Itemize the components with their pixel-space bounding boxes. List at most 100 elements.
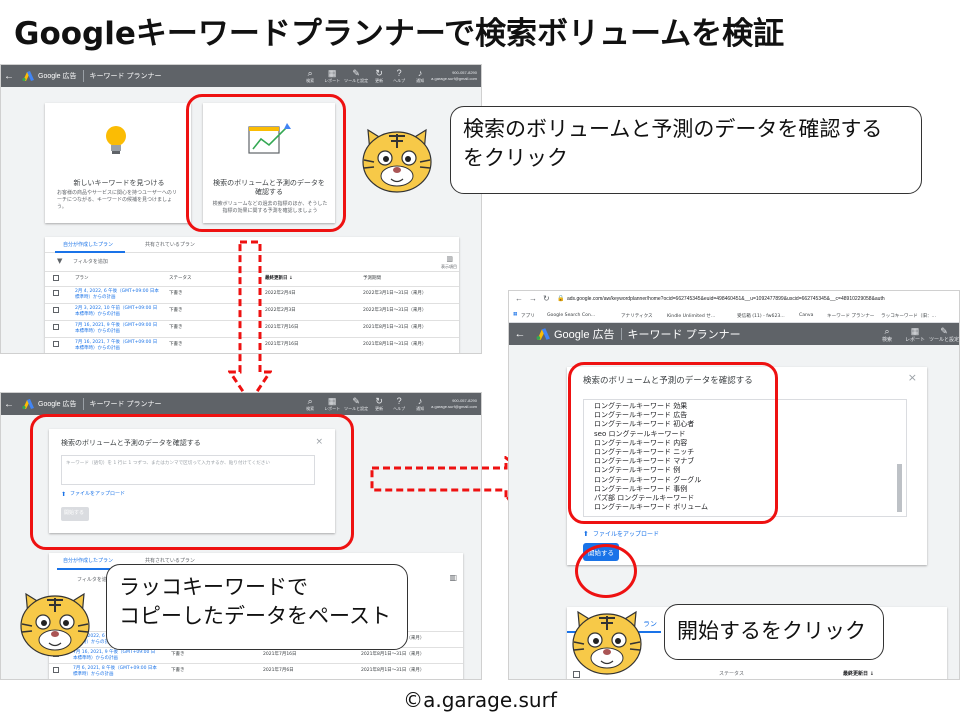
down-arrow-icon xyxy=(228,240,272,405)
row-checkbox[interactable] xyxy=(53,667,59,673)
help-tool[interactable]: ? ヘルプ xyxy=(389,396,409,412)
row-checkbox[interactable] xyxy=(53,324,59,330)
google-ads-logo-icon xyxy=(22,399,34,409)
apps-icon[interactable]: ▦ xyxy=(513,312,517,317)
tool-label: キーワード プランナー xyxy=(89,401,162,408)
close-icon[interactable]: × xyxy=(908,371,917,384)
tool-label: キーワード プランナー xyxy=(627,329,741,341)
bell-icon: ♪ xyxy=(417,396,423,406)
columns-icon[interactable]: ▥ xyxy=(446,255,453,263)
wrench-icon: ✎ xyxy=(352,396,360,406)
notification-tool[interactable]: ♪ 通知 xyxy=(409,396,431,412)
copyright: ©a.garage.surf xyxy=(403,688,557,712)
google-ads-logo-icon xyxy=(22,71,34,81)
search-tool[interactable]: ⌕ 検索 xyxy=(299,68,321,84)
help-icon: ? xyxy=(396,68,402,78)
brand-label: Google 広告 xyxy=(38,401,77,408)
google-ads-topbar: ← Google 広告 キーワード プランナー ⌕ 検索 ▦ レポート ✎ ツールと設… xyxy=(1,65,481,87)
add-filter-button[interactable]: フィルタを追加 xyxy=(73,259,108,266)
row-checkbox[interactable] xyxy=(53,290,59,296)
search-tool[interactable]: ⌕ 検索 xyxy=(873,326,901,343)
tiger-mascot-icon xyxy=(362,128,432,193)
bell-icon: ♪ xyxy=(417,68,423,78)
refresh-tool[interactable]: ↻ 更新 xyxy=(369,68,389,84)
back-arrow-icon[interactable]: ← xyxy=(509,328,531,340)
updated-header[interactable]: 最終更新日 ↓ xyxy=(843,671,874,678)
bookmark-item[interactable]: Canva xyxy=(799,313,813,318)
report-tool[interactable]: ▦ レポート xyxy=(901,326,929,343)
divider xyxy=(82,398,84,410)
google-ads-topbar: ← Google 広告 キーワード プランナー ⌕ 検索 ▦ レポート ✎ ツールと設… xyxy=(1,393,481,415)
card-find-keywords[interactable]: 新しいキーワードを見つける お客様の商品やサービスに関心を持つユーザーへのリーチ… xyxy=(45,103,191,223)
help-tool[interactable]: ? ヘルプ xyxy=(389,68,409,84)
upload-icon: ⬆ xyxy=(583,530,589,538)
tiger-mascot-icon xyxy=(20,592,90,657)
account-info[interactable]: 900-057-8290 a.garage.surf@gmail.com xyxy=(431,70,481,82)
tiger-mascot-icon xyxy=(572,610,642,675)
forward-icon[interactable]: → xyxy=(529,294,537,303)
tab-my-plans[interactable]: 自分が作成したプラン xyxy=(63,242,113,249)
highlight-start-button xyxy=(575,544,637,598)
table-row[interactable]: 7月 6, 2021, 8 午後（GMT+09:00 日本標準時）からの計画 下… xyxy=(49,663,463,679)
callout-bubble-2: ラッコキーワードで コピーしたデータをペースト xyxy=(106,564,408,650)
toolbar: ⌕ 検索 ▦ レポート ✎ ツールと設定 ↻ 更新 ? ヘルプ ♪ 通知 900-057-8… xyxy=(299,68,481,84)
card-title: 新しいキーワードを見つける xyxy=(73,179,165,187)
toolbar: ⌕ 検索 ▦ レポート ✎ ツールと設定 ↻ 更新 ? ヘルプ ♪ 通知 900-057-8… xyxy=(299,396,481,412)
divider xyxy=(620,328,622,340)
wrench-icon: ✎ xyxy=(940,325,948,336)
bookmark-item[interactable]: ラッコキーワード（旧：... xyxy=(881,313,936,319)
row-checkbox[interactable] xyxy=(53,341,59,347)
status-header: ステータス xyxy=(719,671,745,677)
back-arrow-icon[interactable]: ← xyxy=(1,399,17,410)
tools-settings-tool[interactable]: ✎ ツールと設定 xyxy=(929,326,959,343)
tab-shared-plans[interactable]: 共有されているプラン xyxy=(145,242,195,249)
search-icon: ⌕ xyxy=(307,68,313,78)
reload-icon[interactable]: ↻ xyxy=(543,294,550,303)
bookmark-item[interactable]: 受信箱 (11) - fw623... xyxy=(737,313,785,319)
filter-icon: ▼ xyxy=(57,257,63,265)
lightbulb-icon xyxy=(106,126,126,154)
divider xyxy=(82,70,84,82)
brand-label: Google 広告 xyxy=(554,329,615,341)
account-info[interactable]: 900-057-8290 a.garage.surf@gmail.com xyxy=(431,398,481,410)
highlight-keyword-list xyxy=(568,362,778,524)
page-title: Googleキーワードプランナーで検索ボリュームを検証 xyxy=(14,16,785,52)
search-icon: ⌕ xyxy=(307,396,313,406)
search-tool[interactable]: ⌕ 検索 xyxy=(299,396,321,412)
brand-label: Google 広告 xyxy=(38,73,77,80)
row-checkbox[interactable] xyxy=(53,307,59,313)
columns-icon[interactable]: ▥ xyxy=(449,573,457,582)
toolbar: ⌕ 検索 ▦ レポート ✎ ツールと設定 xyxy=(873,326,959,343)
back-arrow-icon[interactable]: ← xyxy=(1,71,17,82)
back-icon[interactable]: ← xyxy=(515,294,523,303)
bookmark-item[interactable]: Google Search Con... xyxy=(547,313,595,318)
notification-tool[interactable]: ♪ 通知 xyxy=(409,68,431,84)
tool-label: キーワード プランナー xyxy=(89,73,162,80)
highlight-keyword-dialog xyxy=(30,414,354,550)
bookmark-item[interactable]: アナリティクス xyxy=(621,313,653,319)
scrollbar[interactable] xyxy=(897,464,902,512)
lock-icon: 🔒 xyxy=(557,296,565,302)
refresh-icon: ↻ xyxy=(375,68,383,78)
wrench-icon: ✎ xyxy=(352,68,360,78)
tools-settings-tool[interactable]: ✎ ツールと設定 xyxy=(343,396,369,412)
report-tool[interactable]: ▦ レポート xyxy=(321,396,343,412)
google-ads-logo-icon xyxy=(536,328,550,340)
browser-url-bar: ← → ↻ 🔒 ads.google.com/aw/keywordplanner… xyxy=(509,291,959,309)
tools-settings-tool[interactable]: ✎ ツールと設定 xyxy=(343,68,369,84)
select-all-checkbox[interactable] xyxy=(53,275,59,281)
report-tool[interactable]: ▦ レポート xyxy=(321,68,343,84)
help-icon: ? xyxy=(396,396,402,406)
bookmark-item[interactable]: Kindle Unlimited せ... xyxy=(667,313,715,319)
upload-file-link[interactable]: ファイルをアップロード xyxy=(593,531,659,538)
tab-my-plans[interactable]: 自分が作成したプラン xyxy=(63,558,113,565)
report-icon: ▦ xyxy=(910,325,920,336)
bookmark-item[interactable]: キーワード プランナー xyxy=(827,313,874,319)
bookmark-item[interactable]: アプリ xyxy=(521,313,535,319)
bookmarks-bar: ▦ アプリ Google Search Con... アナリティクス Kindl… xyxy=(509,309,959,323)
callout-bubble-1: 検索のボリュームと予測のデータを確認する をクリック xyxy=(450,106,922,194)
refresh-tool[interactable]: ↻ 更新 xyxy=(369,396,389,412)
card-description: お客様の商品やサービスに関心を持つユーザーへのリーチにつながる、キーワードの候補… xyxy=(57,190,177,210)
url-text[interactable]: ads.google.com/aw/keywordplanner/home?oc… xyxy=(567,296,885,303)
highlight-forecast-card xyxy=(186,94,346,232)
